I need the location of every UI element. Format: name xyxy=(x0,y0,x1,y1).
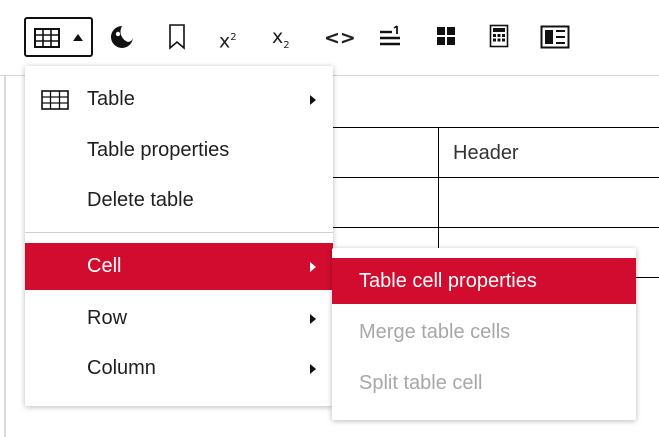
table-border-row1 xyxy=(333,177,659,178)
bookmark-icon[interactable] xyxy=(168,24,186,50)
chevron-right-icon xyxy=(310,364,316,374)
subscript-base: x xyxy=(272,26,284,48)
table-menu: Table Table properties Delete table Cell… xyxy=(25,66,333,406)
submenu-item-table-cell-properties[interactable]: Table cell properties xyxy=(332,258,636,304)
blocks-icon[interactable] xyxy=(436,26,456,46)
menu-item-label: Column xyxy=(87,357,156,379)
superscript-base: x xyxy=(219,30,231,53)
menu-item-row[interactable]: Row xyxy=(25,295,333,342)
layout-icon[interactable] xyxy=(540,25,570,49)
table-border-top xyxy=(333,127,659,128)
menu-item-cell[interactable]: Cell xyxy=(25,243,333,290)
chevron-right-icon xyxy=(310,314,316,324)
superscript-icon[interactable]: x2 xyxy=(219,28,237,51)
ordered-list-icon[interactable] xyxy=(378,24,402,48)
menu-item-label: Cell xyxy=(87,255,122,277)
chevron-right-icon xyxy=(310,262,316,272)
table-border-row2 xyxy=(333,227,659,228)
superscript-exponent: 2 xyxy=(230,32,237,43)
subscript-index: 2 xyxy=(283,39,290,51)
menu-item-label: Delete table xyxy=(87,189,194,211)
code-icon[interactable]: <> xyxy=(324,29,356,48)
table-icon xyxy=(34,28,60,48)
table-column-divider xyxy=(438,127,439,249)
submenu-item-label: Table cell properties xyxy=(359,270,537,292)
menu-separator xyxy=(25,232,333,233)
color-picker-icon[interactable] xyxy=(109,24,135,50)
table-icon xyxy=(41,90,69,110)
editor-left-border xyxy=(4,76,6,437)
table-dropdown-button[interactable] xyxy=(24,17,93,57)
menu-item-column[interactable]: Column xyxy=(25,345,333,392)
submenu-item-label: Merge table cells xyxy=(359,321,511,343)
menu-item-delete-table[interactable]: Delete table xyxy=(25,177,333,224)
caret-up-icon xyxy=(73,34,83,41)
table-border-row3 xyxy=(636,277,659,278)
calculator-icon[interactable] xyxy=(489,24,509,48)
subscript-icon[interactable]: x2 xyxy=(272,28,290,55)
table-header-cell[interactable]: Header xyxy=(453,142,519,165)
menu-item-label: Table properties xyxy=(87,139,230,161)
menu-item-table[interactable]: Table xyxy=(25,76,333,123)
submenu-item-merge-table-cells[interactable]: Merge table cells xyxy=(332,309,636,355)
menu-item-label: Table xyxy=(87,88,135,110)
submenu-item-split-table-cell[interactable]: Split table cell xyxy=(332,360,636,406)
chevron-right-icon xyxy=(310,95,316,105)
submenu-item-label: Split table cell xyxy=(359,372,483,394)
editor-toolbar: x2 x2 <> xyxy=(0,0,659,76)
cell-submenu: Table cell properties Merge table cells … xyxy=(332,248,636,420)
menu-item-table-properties[interactable]: Table properties xyxy=(25,127,333,174)
menu-item-label: Row xyxy=(87,307,128,329)
